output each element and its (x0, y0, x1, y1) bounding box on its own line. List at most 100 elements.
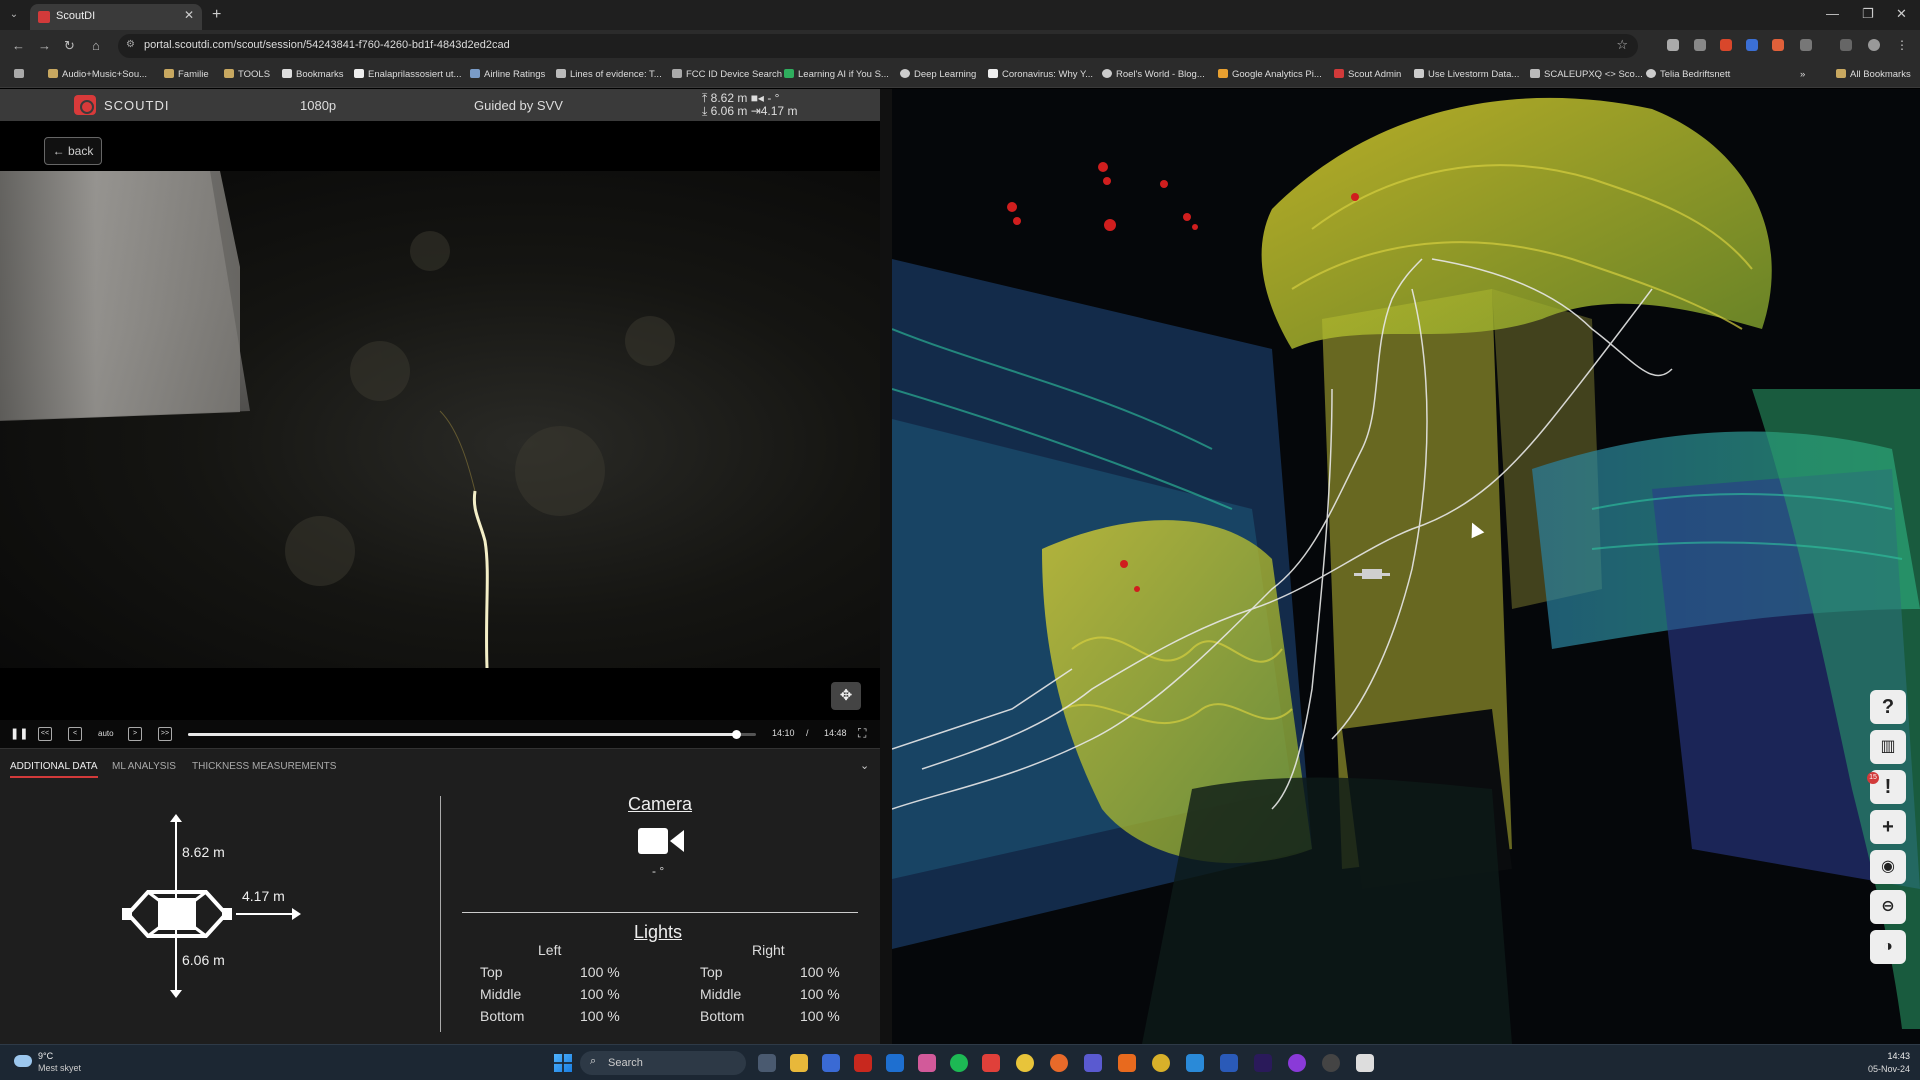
settings-gear-icon[interactable] (1322, 1054, 1340, 1072)
bookmark-star-icon[interactable]: ☆ (1616, 37, 1628, 53)
close-window-icon[interactable]: ✕ (1896, 6, 1907, 22)
bookmark-item[interactable]: Deep Learning (900, 69, 976, 80)
soundcloud-icon[interactable] (1118, 1054, 1136, 1072)
minus-circle-icon[interactable]: ⊖ (1870, 890, 1906, 924)
eye-icon[interactable]: ◉ (1870, 850, 1906, 884)
plus-icon[interactable]: + (1870, 810, 1906, 844)
seek-knob[interactable] (731, 730, 741, 739)
lights-right-header: Right (752, 942, 785, 958)
bookmark-item[interactable]: Familie (164, 69, 209, 80)
extension-grid-icon[interactable] (1694, 39, 1706, 51)
move-icon[interactable]: ✥ (831, 682, 861, 710)
bookmark-item[interactable]: Use Livestorm Data... (1414, 69, 1519, 80)
profile-avatar[interactable] (1868, 39, 1880, 51)
point-cloud-canvas (892, 97, 1920, 1044)
back-button[interactable]: ← back (44, 137, 102, 165)
spotify-icon[interactable] (950, 1054, 968, 1072)
chrome-active-icon[interactable] (1152, 1054, 1170, 1072)
bookmark-item[interactable]: Telia Bedriftsnett (1646, 69, 1730, 80)
skip-forward-far-icon[interactable]: >> (158, 727, 172, 741)
light-row-label: Top (480, 964, 503, 980)
messenger-icon[interactable] (1288, 1054, 1306, 1072)
playback-speed[interactable]: auto (98, 729, 114, 738)
pause-icon[interactable]: ❚❚ (10, 727, 28, 740)
notepad-icon[interactable] (1186, 1054, 1204, 1072)
tab-search-list-icon[interactable] (1840, 39, 1852, 51)
collapse-chevron-icon[interactable]: ⌄ (860, 759, 869, 772)
extensions-puzzle-icon[interactable] (1800, 39, 1812, 51)
word-icon[interactable] (1220, 1054, 1238, 1072)
bookmark-item[interactable]: Coronavirus: Why Y... (988, 69, 1093, 80)
bookmark-item[interactable]: Learning AI if You S... (784, 69, 889, 80)
weather-cloud-icon[interactable] (14, 1055, 32, 1067)
map-icon[interactable]: ▥ (1870, 730, 1906, 764)
video-feed[interactable] (0, 171, 880, 668)
new-tab-icon[interactable]: + (212, 6, 221, 24)
taskbar-search[interactable]: ⌕ Search (580, 1051, 746, 1075)
bookmark-item[interactable]: Enalaprilassosiert ut... (354, 69, 461, 80)
horizontal-axis-line (236, 913, 294, 915)
restore-icon[interactable]: ❐ (1862, 6, 1874, 22)
extension-u-icon[interactable] (1720, 39, 1732, 51)
point-cloud-view[interactable] (892, 89, 1920, 1044)
browser-menu-icon[interactable]: ⋮ (1896, 39, 1908, 51)
light-right-value: 100 % (800, 964, 840, 980)
skip-back-far-icon[interactable]: << (38, 727, 52, 741)
app-icon[interactable] (1356, 1054, 1374, 1072)
help-icon[interactable]: ? (1870, 690, 1906, 724)
step-back-icon[interactable]: < (68, 727, 82, 741)
bookmark-item[interactable]: Google Analytics Pi... (1218, 69, 1322, 80)
panel-splitter[interactable] (880, 89, 892, 1044)
apps-grid-icon[interactable] (14, 69, 28, 80)
url-field[interactable]: ⚙ portal.scoutdi.com/scout/session/54243… (118, 34, 1638, 58)
fullscreen-icon[interactable]: ⛶ (858, 726, 866, 741)
bookmark-item[interactable]: Lines of evidence: T... (556, 69, 662, 80)
bookmark-item[interactable]: Airline Ratings (470, 69, 545, 80)
taskbar-date[interactable]: 05-Nov-24 (1852, 1064, 1910, 1074)
seek-bar[interactable] (188, 730, 756, 739)
reload-icon[interactable]: ↻ (64, 38, 75, 54)
minimize-icon[interactable]: — (1826, 6, 1839, 21)
close-tab-icon[interactable]: ✕ (184, 8, 194, 22)
bookmark-item[interactable]: FCC ID Device Search (672, 69, 782, 80)
step-forward-icon[interactable]: > (128, 727, 142, 741)
acrobat-icon[interactable] (854, 1054, 872, 1072)
browser-tab[interactable]: ScoutDI ✕ (30, 4, 202, 30)
taskbar-time[interactable]: 14:43 (1862, 1051, 1910, 1061)
firefox-icon[interactable] (1050, 1054, 1068, 1072)
all-bookmarks[interactable]: All Bookmarks (1836, 69, 1911, 80)
bookmark-item[interactable]: Audio+Music+Sou... (48, 69, 147, 80)
file-explorer-icon[interactable] (790, 1054, 808, 1072)
extension-orange-icon[interactable] (1772, 39, 1784, 51)
task-view-icon[interactable] (758, 1054, 776, 1072)
bookmark-item[interactable]: Roel's World - Blog... (1102, 69, 1205, 80)
tab-ml-analysis[interactable]: ML ANALYSIS (112, 761, 176, 772)
site-info-icon[interactable]: ⚙ (126, 39, 135, 50)
tab-additional-data[interactable]: ADDITIONAL DATA (10, 761, 98, 778)
home-icon[interactable]: ⌂ (92, 38, 100, 53)
bookmark-item[interactable]: TOOLS (224, 69, 270, 80)
camera-lights-divider (462, 912, 858, 913)
toggle-icon[interactable]: ◑ (1870, 930, 1906, 964)
windows-start-icon[interactable] (554, 1054, 572, 1072)
bookmark-item[interactable]: Scout Admin (1334, 69, 1401, 80)
back-nav-icon[interactable]: ← (12, 38, 25, 53)
chrome-icon[interactable] (1016, 1054, 1034, 1072)
store-icon[interactable] (822, 1054, 840, 1072)
bookmark-item[interactable]: SCALEUPXQ <> Sco... (1530, 69, 1643, 80)
session-header: SCOUTDI 1080p Guided by SVV ⤒ 8.62 m ■◂ … (0, 89, 880, 121)
extension-camera-icon[interactable] (1667, 39, 1679, 51)
teams-icon[interactable] (1084, 1054, 1102, 1072)
slack-icon[interactable] (982, 1054, 1000, 1072)
more-bookmarks-icon[interactable]: » (1800, 69, 1805, 80)
extension-blue-icon[interactable] (1746, 39, 1758, 51)
light-right-value: 100 % (800, 986, 840, 1002)
tab-search-icon[interactable]: ⌄ (6, 7, 22, 23)
bookmark-item[interactable]: Bookmarks (282, 69, 344, 80)
outlook-icon[interactable] (886, 1054, 904, 1072)
light-right-value: 100 % (800, 1008, 840, 1024)
photos-icon[interactable] (918, 1054, 936, 1072)
premiere-icon[interactable] (1254, 1054, 1272, 1072)
tab-thickness-measurements[interactable]: THICKNESS MEASUREMENTS (192, 761, 336, 772)
forward-nav-icon[interactable]: → (38, 38, 51, 53)
